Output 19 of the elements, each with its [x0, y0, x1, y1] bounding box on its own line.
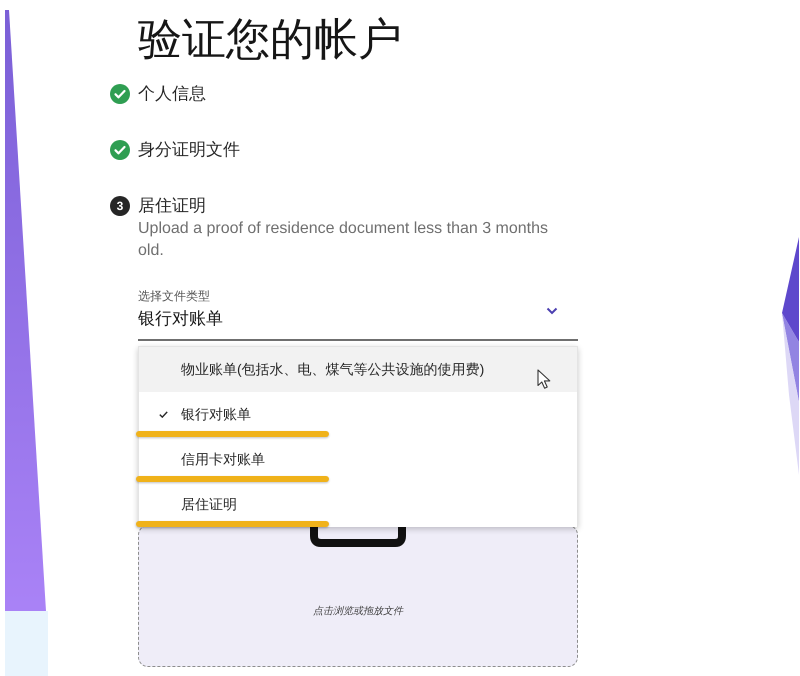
page-title: 验证您的帐户 — [138, 14, 402, 66]
field-label: 选择文件类型 — [138, 288, 211, 304]
step-description: Upload a proof of residence document less than 3 months old. — [138, 219, 550, 261]
chevron-down-icon[interactable] — [546, 307, 558, 315]
step-number: 3 — [110, 196, 130, 216]
dropdown-option[interactable]: 居住证明 — [139, 482, 577, 527]
step-label: 身分证明文件 — [138, 139, 240, 161]
tray-icon — [309, 527, 407, 548]
dropdown-option[interactable]: 银行对账单 — [139, 392, 577, 437]
upload-prompt: 点击浏览或拖放文件 — [313, 605, 403, 619]
step-label: 个人信息 — [138, 83, 206, 105]
decorative-panel — [5, 611, 48, 676]
dropdown-option[interactable]: 信用卡对账单 — [139, 437, 577, 482]
dropdown-option[interactable]: 物业账单(包括水、电、煤气等公共设施的使用费) — [139, 347, 577, 392]
step-label: 居住证明 — [138, 195, 207, 217]
check-circle-icon — [110, 140, 130, 160]
upload-dropzone[interactable]: 点击浏览或拖放文件 — [138, 525, 578, 667]
select-field[interactable]: 银行对账单 — [138, 307, 578, 341]
check-circle-icon — [110, 84, 130, 104]
